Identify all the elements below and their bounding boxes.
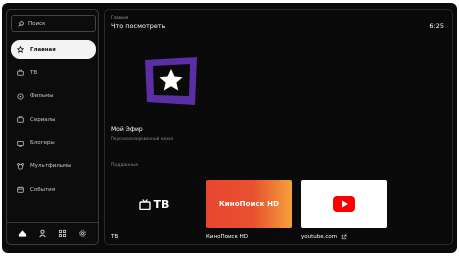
settings-icon[interactable] [78,229,87,238]
grid-icon[interactable] [58,229,67,238]
events-icon [17,186,24,194]
channel-name: Мой Эфир [111,126,143,133]
home-icon [17,46,24,53]
sidebar-item-series[interactable]: Сериалы [11,110,96,129]
sidebar-item-label: ТВ [30,69,38,76]
youtube-caption-text: youtube.com [301,234,338,240]
sidebar-bottom-bar [7,222,98,244]
youtube-play-icon [333,196,355,212]
app-tile-kinopoisk[interactable]: КиноПоиск HD [206,180,292,228]
search-icon [18,20,24,27]
channel-description: Персонализированный канал [111,136,174,141]
kinopoisk-logo-text: КиноПоиск HD [218,200,280,208]
sidebar-item-tv[interactable]: ТВ [11,63,96,82]
bloggers-icon [17,140,24,147]
user-icon[interactable] [38,229,47,238]
app-tile-tv[interactable]: ТВ [111,180,197,228]
tile-caption-tv: ТВ [111,234,119,240]
sidebar-item-home[interactable]: Главная [11,40,96,59]
main-content: Главная Что посмотреть 6:25 Мой Эфир Пер… [104,9,453,245]
tv-screen: Поиск Главная ТВ Фильмы Сериалы Блогеры … [2,3,457,253]
sidebar-item-label: Главная [30,46,56,53]
sidebar-item-label: Сериалы [30,116,56,123]
sidebar-item-bloggers[interactable]: Блогеры [11,134,96,153]
sidebar-item-label: События [30,186,56,193]
tv-icon [138,198,151,210]
sidebar-item-cartoons[interactable]: Мультфильмы [11,157,96,176]
tile-caption-youtube: youtube.com [301,234,347,240]
series-icon [17,116,24,123]
page-title: Что посмотреть [111,22,166,30]
sidebar-item-label: Фильмы [30,93,54,100]
sidebar-item-label: Мультфильмы [30,163,72,170]
tv-icon [17,69,24,77]
section-label: Подданные [111,163,139,168]
sidebar: Поиск Главная ТВ Фильмы Сериалы Блогеры … [6,9,99,245]
breadcrumb: Главная [111,15,129,20]
home-icon[interactable] [18,229,27,238]
clock: 6:25 [429,22,444,30]
cartoons-icon [17,163,24,170]
nav-menu: Главная ТВ Фильмы Сериалы Блогеры Мультф… [11,40,96,204]
tile-caption-kinopoisk: КиноПоиск HD [206,234,248,240]
tv-logo-text: ТВ [153,197,170,211]
film-icon [17,93,24,100]
sidebar-item-events[interactable]: События [11,180,96,199]
sidebar-item-label: Блогеры [30,140,55,147]
search-label: Поиск [28,20,46,27]
my-efir-logo[interactable] [141,55,201,107]
app-tile-youtube[interactable] [301,180,387,228]
sidebar-item-films[interactable]: Фильмы [11,87,96,106]
external-link-icon [341,234,347,240]
search-box[interactable]: Поиск [11,15,96,32]
